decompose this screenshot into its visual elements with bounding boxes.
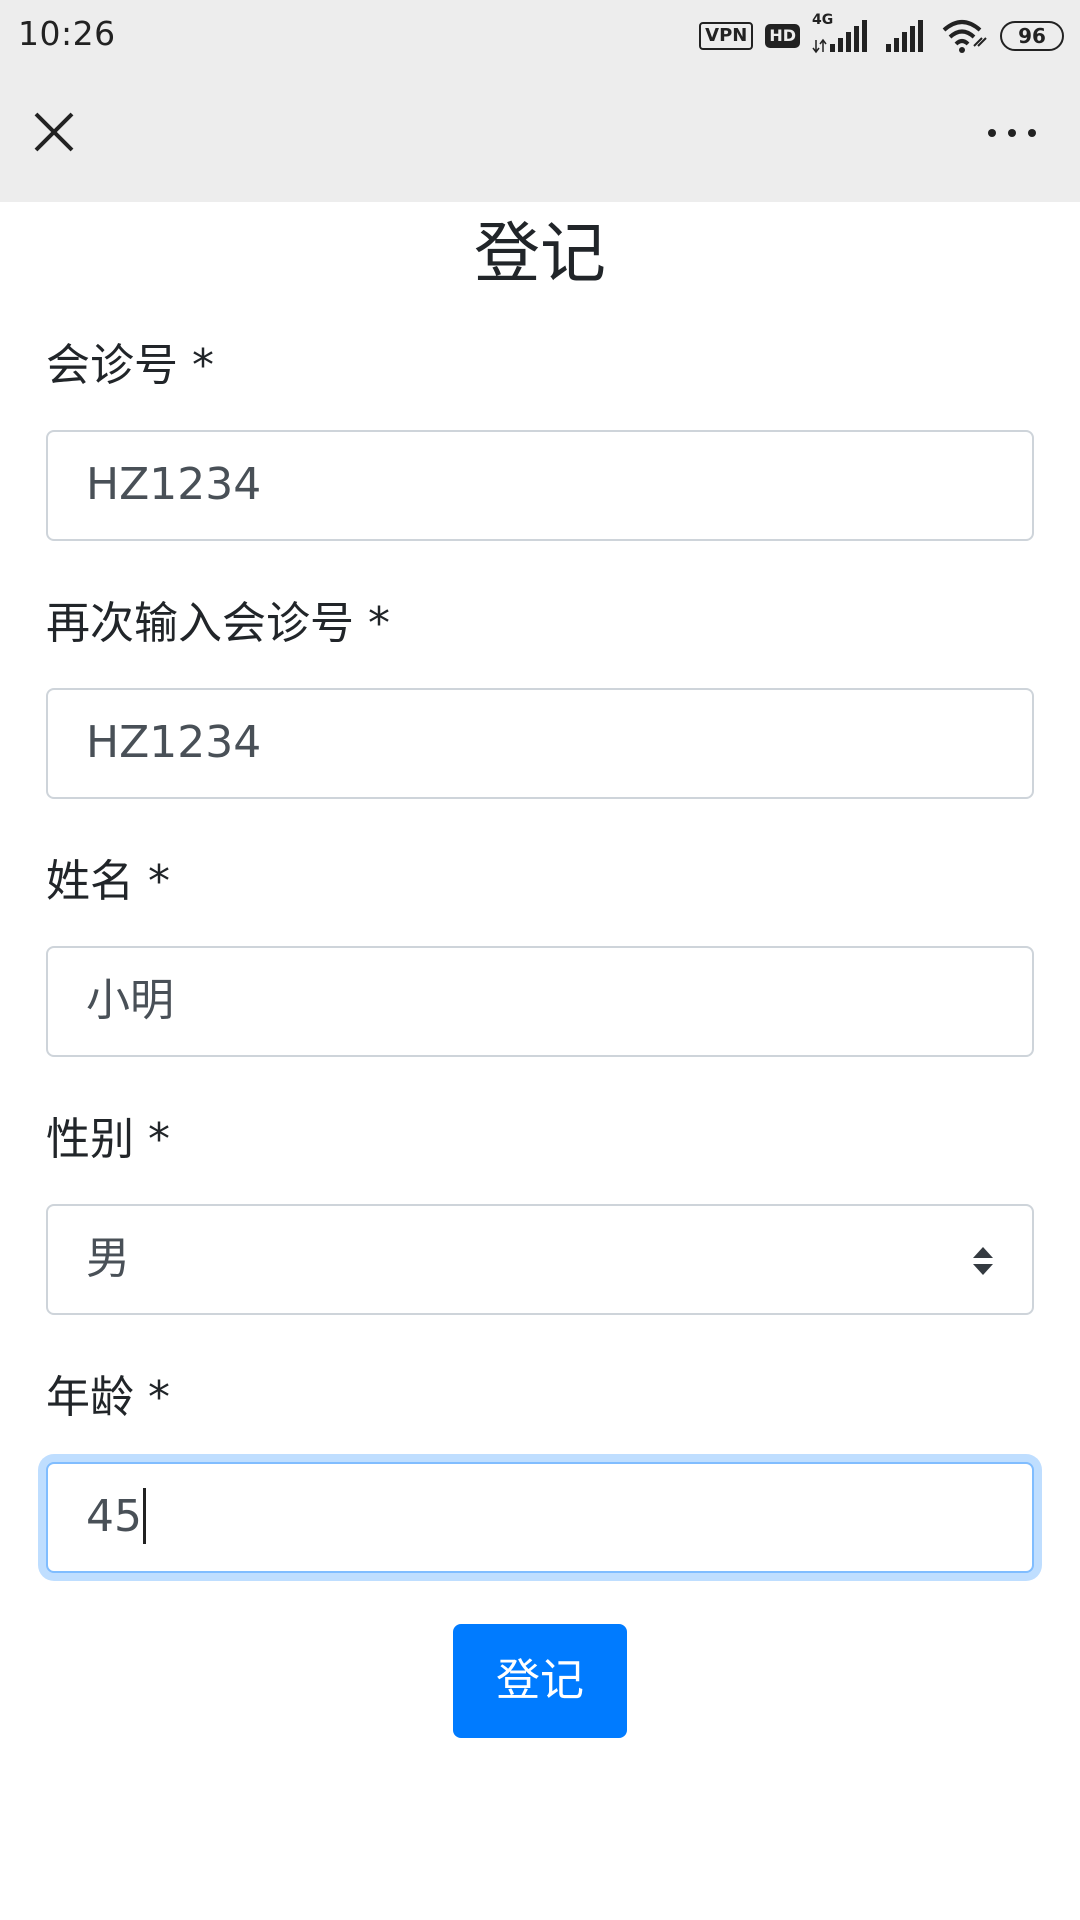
- confirm-consultation-number-input[interactable]: HZ1234: [46, 688, 1034, 799]
- confirm-consultation-number-label: 再次输入会诊号 *: [46, 598, 390, 649]
- page-title: 登记: [474, 215, 606, 292]
- consultation-number-label: 会诊号 *: [46, 340, 214, 391]
- hd-badge: HD: [765, 24, 800, 48]
- gender-value: 男: [86, 1233, 130, 1284]
- name-value: 小明: [86, 975, 174, 1026]
- battery-level: 96: [1018, 24, 1046, 48]
- battery-icon: 96: [1000, 21, 1064, 51]
- status-bar: 10:26 VPN HD 4G 96: [0, 0, 1080, 72]
- close-icon: [34, 112, 74, 152]
- name-input[interactable]: 小明: [46, 946, 1034, 1057]
- confirm-consultation-number-value: HZ1234: [86, 717, 262, 768]
- consultation-number-input[interactable]: HZ1234: [46, 430, 1034, 541]
- status-icons: VPN HD 4G 96: [699, 12, 1064, 56]
- age-value: 45: [86, 1491, 142, 1542]
- name-label: 姓名 *: [46, 856, 170, 907]
- text-cursor: [143, 1488, 146, 1544]
- gender-label: 性别 *: [46, 1114, 170, 1165]
- close-button[interactable]: [24, 102, 84, 162]
- more-icon: [988, 129, 1036, 137]
- consultation-number-value: HZ1234: [86, 459, 262, 510]
- select-arrows-icon: [973, 1247, 993, 1275]
- age-label: 年龄 *: [46, 1372, 170, 1423]
- more-button[interactable]: [980, 108, 1050, 158]
- cellular-signal-icon: [886, 20, 923, 52]
- wifi-icon: [942, 20, 987, 53]
- status-time: 10:26: [18, 14, 116, 53]
- cellular-4g-icon: 4G: [812, 12, 872, 54]
- age-input[interactable]: 45: [46, 1462, 1034, 1573]
- vpn-badge: VPN: [699, 22, 754, 50]
- submit-button[interactable]: 登记: [453, 1624, 627, 1738]
- nav-bar: [0, 72, 1080, 202]
- gender-select[interactable]: 男: [46, 1204, 1034, 1315]
